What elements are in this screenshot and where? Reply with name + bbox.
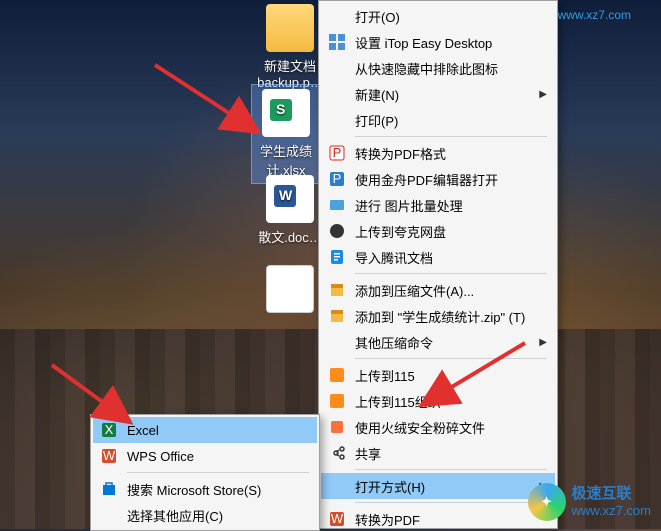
menu-label: 新建(N)	[355, 85, 399, 104]
115-org-icon	[327, 391, 347, 411]
context-menu-open-with: X Excel W WPS Office 搜索 Microsoft Store(…	[90, 414, 320, 531]
menu-open-with[interactable]: 打开方式(H)▶	[321, 473, 555, 499]
shred-icon	[327, 417, 347, 437]
menu-label: 使用金舟PDF编辑器打开	[355, 170, 498, 189]
watermark-brand-url: www.xz7.com	[572, 503, 651, 520]
chevron-right-icon: ▶	[539, 89, 547, 100]
menu-label: 选择其他应用(C)	[127, 506, 223, 525]
menu-label: 进行 图片批量处理	[355, 196, 463, 215]
menu-new[interactable]: 新建(N) ▶	[321, 81, 555, 107]
menu-label: 搜索 Microsoft Store(S)	[127, 480, 261, 499]
115-icon	[327, 365, 347, 385]
menu-exclude[interactable]: 从快速隐藏中排除此图标	[321, 55, 555, 81]
menu-separator	[355, 273, 547, 274]
menu-label: 上传到115组织	[355, 392, 441, 411]
watermark-logo-icon: ✦	[528, 483, 566, 521]
menu-add-named-zip[interactable]: 添加到 "学生成绩统计.zip" (T)	[321, 303, 555, 329]
menu-label: 上传到夸克网盘	[355, 222, 446, 241]
menu-huorong-shred[interactable]: 使用火绒安全粉碎文件	[321, 414, 555, 440]
menu-other-zip[interactable]: 其他压缩命令 ▶	[321, 329, 555, 355]
menu-to-pdf[interactable]: P 转换为PDF格式	[321, 140, 555, 166]
menu-label: 打印(P)	[355, 111, 398, 130]
menu-label: 共享	[355, 444, 381, 463]
menu-separator	[355, 469, 547, 470]
excel-icon: X	[99, 420, 119, 440]
wps-icon: W	[327, 509, 347, 529]
menu-label: WPS Office	[127, 449, 194, 464]
menu-label: 上传到115	[355, 366, 415, 385]
submenu-wps[interactable]: W WPS Office	[93, 443, 317, 469]
menu-label: 打开(O)	[355, 7, 400, 26]
folder-icon	[266, 4, 314, 52]
archive-icon	[327, 306, 347, 326]
watermark-text: 极速互联 www.xz7.com	[572, 484, 651, 520]
menu-label: 从快速隐藏中排除此图标	[355, 59, 498, 78]
menu-wps-to-pdf[interactable]: W 转换为PDF	[321, 506, 555, 529]
menu-tencent-docs[interactable]: 导入腾讯文档	[321, 244, 555, 270]
grid-icon	[327, 32, 347, 52]
menu-add-zip[interactable]: 添加到压缩文件(A)...	[321, 277, 555, 303]
menu-batch-img[interactable]: 进行 图片批量处理	[321, 192, 555, 218]
menu-jinzhou-pdf[interactable]: P 使用金舟PDF编辑器打开	[321, 166, 555, 192]
file-folder[interactable]: 新建文档backup.p…	[255, 4, 325, 90]
file-label: 学生成绩计.xlsx	[256, 141, 316, 179]
svg-text:P: P	[333, 171, 342, 186]
tencent-docs-icon	[327, 247, 347, 267]
menu-open[interactable]: 打开(O)	[321, 3, 555, 29]
menu-label: 导入腾讯文档	[355, 248, 433, 267]
chevron-right-icon: ▶	[539, 337, 547, 348]
menu-label: 其他压缩命令	[355, 333, 433, 352]
svg-text:W: W	[103, 448, 116, 463]
menu-label: 添加到压缩文件(A)...	[355, 281, 474, 300]
doc-icon	[266, 175, 314, 223]
file-xlsx[interactable]: 学生成绩计.xlsx	[251, 84, 321, 184]
menu-label: 添加到 "学生成绩统计.zip" (T)	[355, 307, 525, 326]
menu-separator	[127, 472, 309, 473]
submenu-other-app[interactable]: 选择其他应用(C)	[93, 502, 317, 528]
menu-separator	[355, 358, 547, 359]
menu-upload-115-org[interactable]: 上传到115组织	[321, 388, 555, 414]
menu-label: 设置 iTop Easy Desktop	[355, 33, 492, 52]
menu-label: 转换为PDF格式	[355, 144, 446, 163]
menu-separator	[355, 502, 547, 503]
menu-label: 使用火绒安全粉碎文件	[355, 418, 485, 437]
svg-text:P: P	[333, 145, 342, 160]
store-icon	[99, 479, 119, 499]
menu-separator	[355, 136, 547, 137]
menu-kuake[interactable]: 上传到夸克网盘	[321, 218, 555, 244]
file-label: 散文.doc…	[255, 227, 325, 246]
blank-file-icon	[266, 265, 314, 313]
pdf-edit-icon: P	[327, 169, 347, 189]
submenu-excel[interactable]: X Excel	[93, 417, 317, 443]
pdf-icon: P	[327, 143, 347, 163]
archive-icon	[327, 280, 347, 300]
menu-label: 打开方式(H)	[355, 477, 425, 496]
menu-label: 转换为PDF	[355, 510, 420, 529]
watermark-url: www.xz7.com	[558, 8, 631, 22]
menu-share[interactable]: 共享	[321, 440, 555, 466]
menu-label: Excel	[127, 423, 159, 438]
xlsx-icon	[262, 89, 310, 137]
menu-itop[interactable]: 设置 iTop Easy Desktop	[321, 29, 555, 55]
menu-upload-115[interactable]: 上传到115	[321, 362, 555, 388]
wps-icon: W	[99, 446, 119, 466]
image-batch-icon	[327, 195, 347, 215]
svg-text:X: X	[105, 422, 114, 437]
share-icon	[327, 443, 347, 463]
watermark-brand-name: 极速互联	[572, 484, 651, 504]
svg-text:W: W	[331, 511, 344, 526]
file-blank[interactable]	[255, 265, 325, 317]
file-doc[interactable]: 散文.doc…	[255, 175, 325, 246]
watermark-brand: ✦ 极速互联 www.xz7.com	[528, 483, 651, 521]
menu-print[interactable]: 打印(P)	[321, 107, 555, 133]
submenu-store[interactable]: 搜索 Microsoft Store(S)	[93, 476, 317, 502]
cloud-upload-icon	[327, 221, 347, 241]
context-menu-main: 打开(O) 设置 iTop Easy Desktop 从快速隐藏中排除此图标 新…	[318, 0, 558, 529]
